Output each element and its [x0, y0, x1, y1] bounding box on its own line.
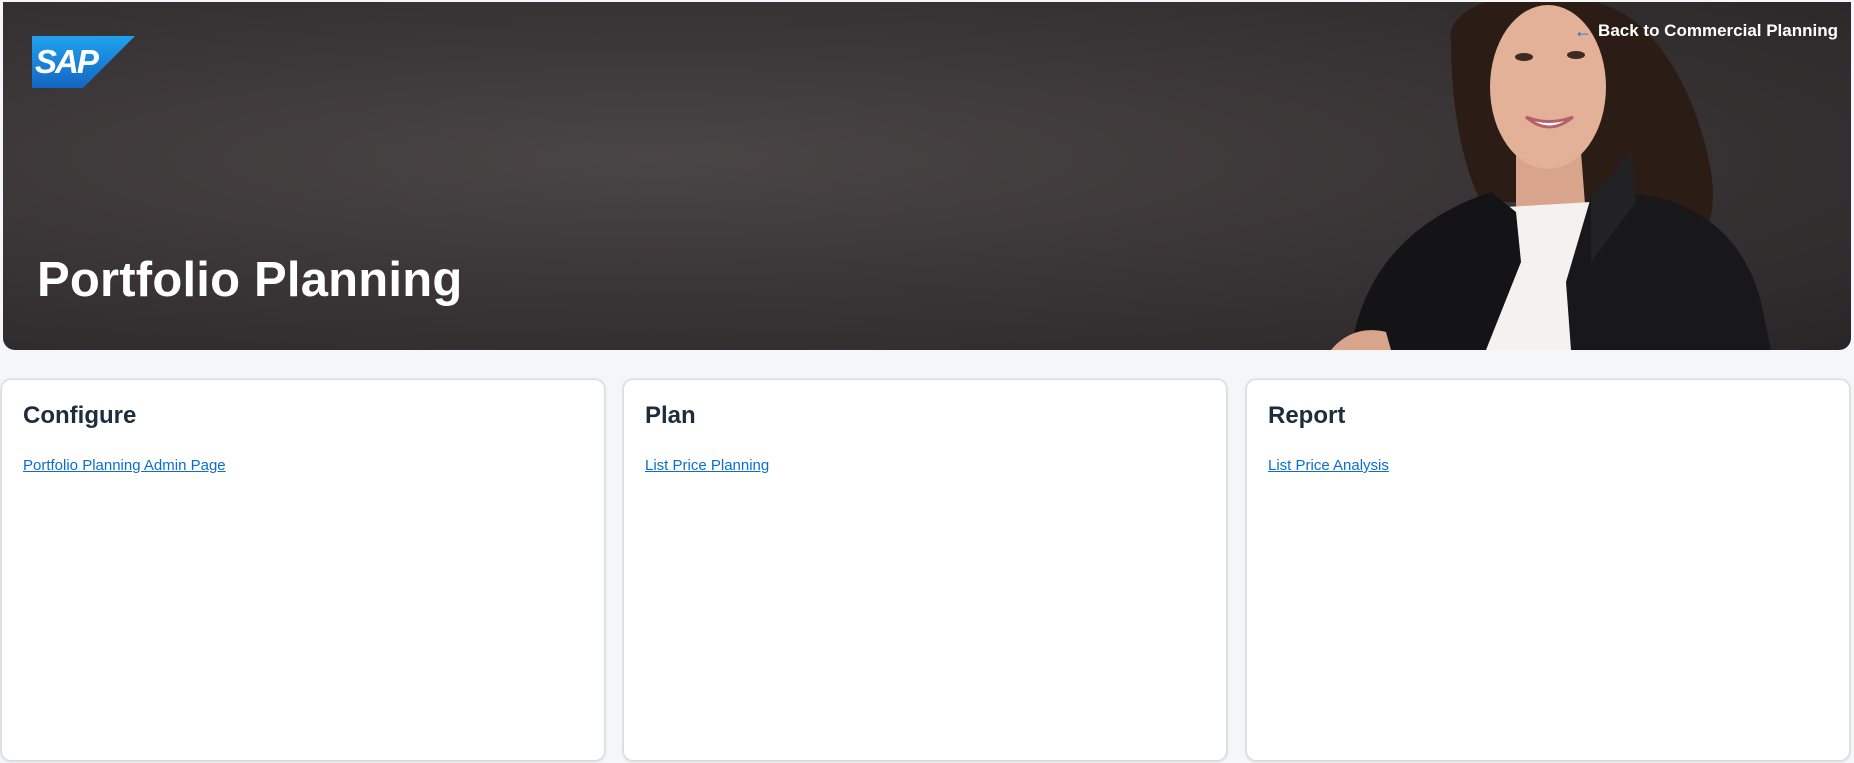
svg-text:SAP: SAP [35, 43, 100, 80]
hero-banner: SAP ← Back to Commercial Planning Portfo… [3, 2, 1851, 350]
sap-logo: SAP [32, 36, 135, 88]
plan-card: Plan List Price Planning [623, 379, 1227, 761]
card-row: Configure Portfolio Planning Admin Page … [0, 379, 1854, 761]
configure-card: Configure Portfolio Planning Admin Page [1, 379, 605, 761]
back-link-label: Back to Commercial Planning [1598, 21, 1838, 40]
hero-person-image [1291, 2, 1851, 350]
card-title: Plan [645, 402, 696, 429]
card-title: Configure [23, 402, 137, 429]
card-title: Report [1268, 402, 1346, 429]
list-price-planning-link[interactable]: List Price Planning [645, 457, 769, 474]
back-to-commercial-planning-link[interactable]: ← Back to Commercial Planning [1574, 21, 1838, 41]
list-price-analysis-link[interactable]: List Price Analysis [1268, 457, 1389, 474]
portfolio-planning-admin-link[interactable]: Portfolio Planning Admin Page [23, 457, 226, 474]
page-title: Portfolio Planning [37, 253, 463, 307]
report-card: Report List Price Analysis [1246, 379, 1850, 761]
arrow-left-icon: ← [1574, 21, 1593, 41]
